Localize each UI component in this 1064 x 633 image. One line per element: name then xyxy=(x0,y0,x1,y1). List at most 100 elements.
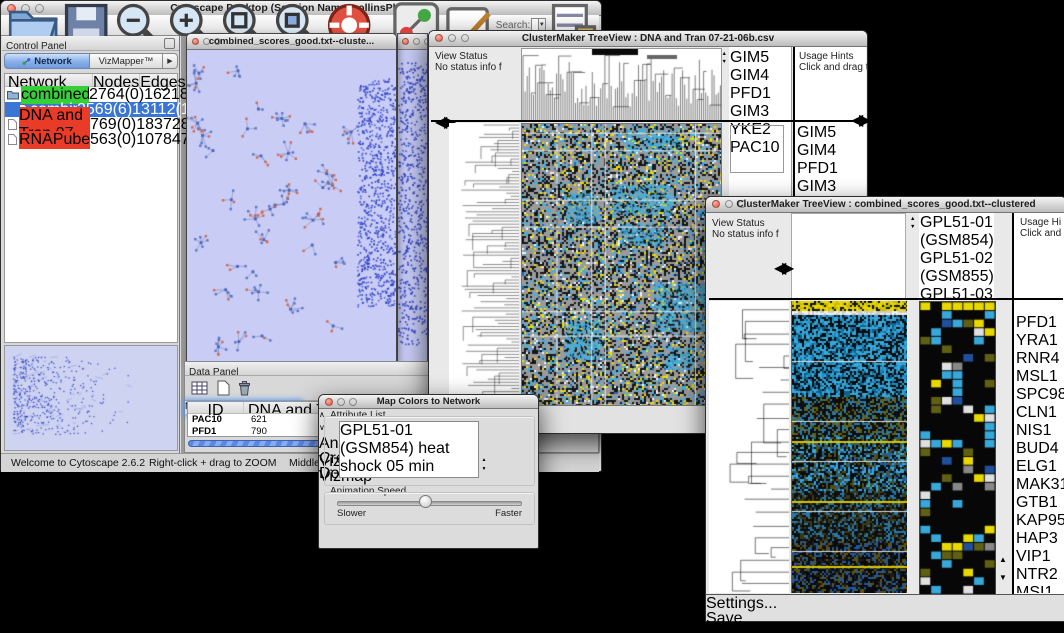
zoom-window-button[interactable] xyxy=(349,398,357,406)
tv2-column-labels: GPL51-01 (GSM854)GPL51-02 (GSM855)GPL51-… xyxy=(920,214,994,298)
scroll-down-icon[interactable]: ▼ xyxy=(722,59,727,65)
column-label[interactable]: PFD1 xyxy=(730,85,784,103)
treeview1-title: ClusterMaker TreeView : DNA and Tran 07-… xyxy=(522,33,774,44)
scroll-up-icon[interactable]: ▲ xyxy=(722,51,727,57)
tv2-global-heatmap[interactable] xyxy=(791,301,907,593)
close-button[interactable] xyxy=(402,38,409,45)
minimize-button[interactable] xyxy=(203,38,210,45)
column-header-id[interactable]: ID xyxy=(188,402,244,413)
column-label[interactable]: GIM3 xyxy=(730,103,784,121)
column-header-network[interactable]: Network xyxy=(5,74,93,86)
gene-label[interactable]: BUD4 xyxy=(1016,440,1064,458)
tv1-usage-hscrollbar[interactable] xyxy=(796,107,848,118)
gene-label[interactable]: HAP3 xyxy=(1016,530,1064,548)
scroll-down-icon[interactable]: ▼ xyxy=(482,466,487,472)
tv2-status-hscrollbar[interactable] xyxy=(712,255,770,266)
tab-network[interactable]: Network xyxy=(4,53,90,69)
network-view-window[interactable]: combined_scores_good.txt--cluste... xyxy=(186,33,397,363)
scrollbar-thumb[interactable] xyxy=(713,256,747,264)
column-header-edges[interactable]: Edges xyxy=(140,74,185,86)
close-button[interactable] xyxy=(192,38,199,45)
minimize-button[interactable] xyxy=(448,34,456,42)
gene-label[interactable]: MAK31 xyxy=(1016,476,1064,494)
usage-hints-line2: Click and drag tc xyxy=(799,62,867,73)
gene-label[interactable]: MSL1 xyxy=(1016,368,1064,386)
scroll-down-icon[interactable]: ▼ xyxy=(999,573,1007,582)
delete-attribute-icon[interactable] xyxy=(237,380,252,396)
tv2-global-vscrollbar[interactable] xyxy=(906,214,918,593)
column-label[interactable]: GPL51-02 (GSM855) xyxy=(920,250,994,286)
close-button[interactable] xyxy=(712,200,720,208)
select-attributes-icon[interactable] xyxy=(191,380,209,396)
treeview2-window[interactable]: ClusterMaker TreeView : combined_scores_… xyxy=(705,196,1064,622)
column-label[interactable]: GIM5 xyxy=(730,49,784,67)
scrollbar-thumb[interactable] xyxy=(480,422,488,446)
tv1-global-heatmap[interactable] xyxy=(521,123,722,407)
gene-label[interactable]: GIM5 xyxy=(797,124,863,142)
network-tab-icon xyxy=(22,57,31,66)
speed-slider-thumb[interactable] xyxy=(419,495,432,508)
attribute-list-item[interactable]: GPL51-01 (GSM854) heat shock 05 min xyxy=(340,422,478,476)
minimize-button[interactable] xyxy=(725,200,733,208)
settings-button[interactable]: Settings... xyxy=(706,595,770,610)
desktop: Cytoscape Desktop (Session Name: collins… xyxy=(0,0,1064,633)
new-attribute-icon[interactable] xyxy=(216,380,230,396)
tv2-button-bar: Settings... Save Data... Export Graphics… xyxy=(706,594,1064,621)
gene-label[interactable]: MSI1 xyxy=(1016,584,1064,593)
network-view-canvas[interactable] xyxy=(187,50,396,363)
network-overview-panel[interactable] xyxy=(4,345,178,451)
scroll-up-icon[interactable]: ▲ xyxy=(482,457,487,463)
tv2-zoom-heatmap[interactable] xyxy=(919,301,996,595)
gene-label[interactable]: VIP1 xyxy=(1016,548,1064,566)
attribute-list-item[interactable]: GPL51-02 (GSM855) heat shock 10 min xyxy=(340,476,478,478)
gene-label[interactable]: PFD1 xyxy=(1016,314,1064,332)
zoom-window-button[interactable] xyxy=(214,38,221,45)
close-button[interactable] xyxy=(435,34,443,42)
zoom-window-button[interactable] xyxy=(738,200,746,208)
scroll-up-icon[interactable]: ▲ xyxy=(999,555,1007,564)
minimize-button[interactable] xyxy=(413,38,420,45)
tv1-zoom-heatmap[interactable] xyxy=(730,125,784,173)
gene-label[interactable]: GIM3 xyxy=(797,178,863,196)
float-panel-icon[interactable] xyxy=(164,38,175,49)
gene-label[interactable]: KAP95 xyxy=(1016,512,1064,530)
scrollbar-thumb[interactable] xyxy=(188,440,328,447)
minimize-button[interactable] xyxy=(337,398,345,406)
network-row-rnapuber[interactable]: RNAPuberNov2+ 563(0) 107847(0) xyxy=(5,132,177,147)
background-network-window[interactable] xyxy=(397,33,428,363)
column-header-nodes[interactable]: Nodes xyxy=(93,74,140,86)
gene-label[interactable]: NIS1 xyxy=(1016,422,1064,440)
save-data-button[interactable]: Save Data... xyxy=(706,610,780,625)
scrollbar-thumb[interactable] xyxy=(1016,302,1038,309)
tv2-labels-hscrollbar[interactable] xyxy=(1015,301,1059,311)
zoom-window-button[interactable] xyxy=(424,38,427,45)
gene-label[interactable]: RNR4 xyxy=(1016,350,1064,368)
zoom-window-button[interactable] xyxy=(461,34,469,42)
tabs-overflow-button[interactable]: ▶ xyxy=(163,53,178,69)
gene-label[interactable]: SPC98 xyxy=(1016,386,1064,404)
attribute-list-vscrollbar[interactable]: ▲ ▼ xyxy=(479,421,491,478)
map-colors-dialog[interactable]: Map Colors to Network Attribute List GPL… xyxy=(318,394,539,549)
export-graphics-button[interactable]: Export Graphics... xyxy=(706,625,802,633)
gene-label[interactable]: NTR2 xyxy=(1016,566,1064,584)
tv1-column-dendrogram[interactable] xyxy=(521,48,722,122)
scrollbar-thumb[interactable] xyxy=(907,274,915,308)
tab-vizmapper[interactable]: VizMapper™ xyxy=(90,53,163,69)
network-overview-canvas[interactable] xyxy=(5,346,177,450)
gene-label[interactable]: ELG1 xyxy=(1016,458,1064,476)
column-label[interactable]: GIM4 xyxy=(730,67,784,85)
background-network-canvas[interactable] xyxy=(398,50,427,363)
column-label[interactable]: GPL51-01 (GSM854) xyxy=(920,214,994,250)
gene-label[interactable]: GTB1 xyxy=(1016,494,1064,512)
gene-label[interactable]: GIM4 xyxy=(797,142,863,160)
close-button[interactable] xyxy=(325,398,333,406)
export-graphics-label: Export Graphics... xyxy=(706,625,783,633)
tv2-row-dendrogram[interactable] xyxy=(709,301,789,593)
tv1-row-dendrogram[interactable] xyxy=(449,123,519,405)
gene-label[interactable]: PFD1 xyxy=(797,160,863,178)
attribute-list[interactable]: GPL51-01 (GSM854) heat shock 05 minGPL51… xyxy=(339,421,479,478)
scrollbar-thumb[interactable] xyxy=(797,108,823,116)
gene-label[interactable]: CLN1 xyxy=(1016,404,1064,422)
gene-label[interactable]: YRA1 xyxy=(1016,332,1064,350)
scroll-right-icon[interactable]: ▶ xyxy=(782,258,794,278)
